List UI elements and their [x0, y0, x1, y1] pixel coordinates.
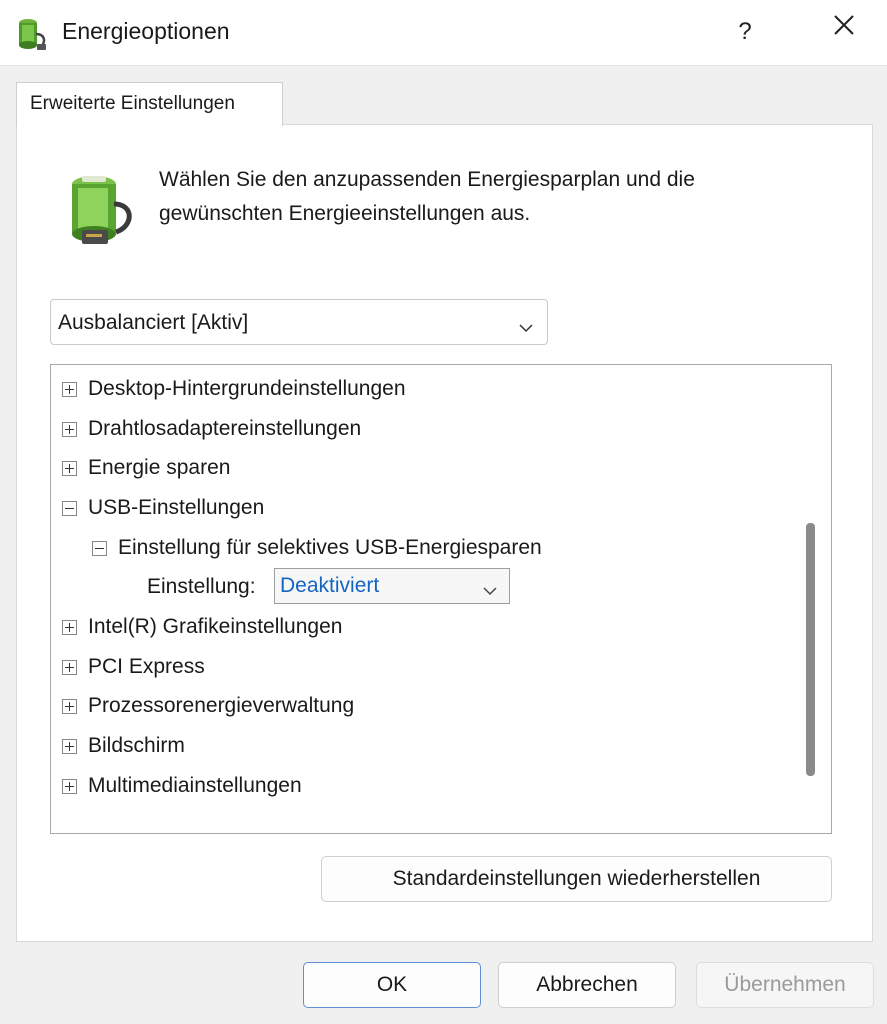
title-bar: Energieoptionen ? [0, 0, 887, 66]
power-options-icon [14, 14, 50, 52]
tab-erweiterte-einstellungen[interactable]: Erweiterte Einstellungen [16, 82, 283, 126]
header-description: Wählen Sie den anzupassenden Energiespar… [159, 168, 695, 225]
expand-icon[interactable] [62, 699, 77, 714]
expand-icon[interactable] [62, 660, 77, 675]
expand-icon[interactable] [62, 779, 77, 794]
ok-button[interactable]: OK [303, 962, 481, 1008]
help-button[interactable]: ? [720, 12, 770, 52]
expand-icon[interactable] [62, 620, 77, 635]
power-plan-select[interactable]: Ausbalanciert [Aktiv] [50, 299, 548, 345]
usb-setting-select[interactable]: Deaktiviert [274, 568, 510, 604]
scrollbar-thumb[interactable] [806, 523, 815, 776]
cancel-button[interactable]: Abbrechen [498, 962, 676, 1008]
collapse-icon[interactable] [92, 541, 107, 556]
tree-item-label: Bildschirm [88, 734, 185, 757]
tree-item-label: PCI Express [88, 655, 205, 678]
restore-defaults-button[interactable]: Standardeinstellungen wiederherstellen [321, 856, 832, 902]
usb-setting-value: Deaktiviert [280, 574, 380, 597]
collapse-icon[interactable] [62, 501, 77, 516]
tree-item-label: Desktop-Hintergrundeinstellungen [88, 377, 406, 400]
tree-item-label: USB-Einstellungen [88, 496, 265, 519]
window-title: Energieoptionen [62, 18, 230, 44]
battery-plug-icon [60, 170, 136, 250]
tree-item-label: Drahtlosadaptereinstellungen [88, 417, 362, 440]
tree-item-label: Energie sparen [88, 456, 231, 479]
expand-icon[interactable] [62, 461, 77, 476]
apply-button[interactable]: Übernehmen [696, 962, 874, 1008]
expand-icon[interactable] [62, 739, 77, 754]
power-plan-value: Ausbalanciert [Aktiv] [58, 311, 249, 334]
chevron-down-icon [519, 315, 533, 339]
tree-item-label: Multimediainstellungen [88, 774, 302, 797]
close-button[interactable] [818, 12, 870, 52]
tree-item-label: Intel(R) Grafikeinstellungen [88, 615, 343, 638]
expand-icon[interactable] [62, 382, 77, 397]
tree-scrollbar[interactable] [794, 366, 830, 832]
tree-item-label: Prozessorenergieverwaltung [88, 694, 355, 717]
expand-icon[interactable] [62, 422, 77, 437]
chevron-down-icon [483, 578, 497, 602]
tree-item-label: Einstellung für selektives USB-Energiesp… [118, 536, 542, 559]
setting-label: Einstellung: [147, 575, 256, 598]
close-icon [833, 15, 855, 40]
